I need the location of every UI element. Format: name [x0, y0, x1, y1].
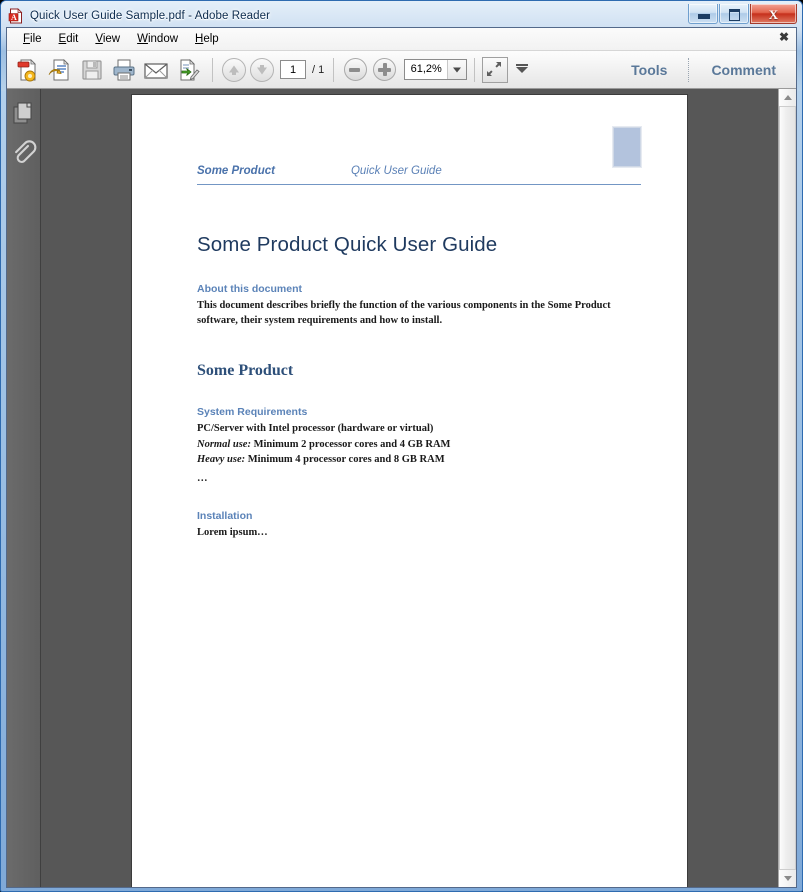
menu-file[interactable]: File [15, 31, 51, 47]
chevron-down-icon-overflow [516, 66, 529, 73]
toolbar-separator-4 [688, 57, 690, 82]
arrow-up-stem [232, 69, 236, 75]
zoom-in-button[interactable] [373, 58, 397, 81]
toolbar-overflow-button[interactable] [514, 59, 530, 81]
menu-help[interactable]: Help [187, 31, 228, 47]
zoom-out-button[interactable] [344, 58, 368, 81]
scrollbar-thumb[interactable] [779, 106, 796, 870]
client-area: File Edit View Window Help ✖ 1 / 1 61,2%… [6, 27, 797, 888]
header-document-name: Quick User Guide [350, 165, 442, 177]
heading-installation: Installation [197, 510, 253, 523]
overflow-line [516, 63, 529, 66]
open-recent-icon[interactable] [45, 55, 75, 85]
plus-icon-horizontal [378, 67, 392, 72]
toolbar-separator-3 [474, 57, 476, 82]
toolbar-separator-1 [212, 57, 213, 82]
window-title: Quick User Guide Sample.pdf - Adobe Read… [30, 10, 271, 22]
header-product-name: Some Product [197, 165, 275, 177]
maximize-button[interactable] [719, 4, 749, 24]
close-document-icon[interactable]: ✖ [779, 31, 789, 43]
heading-about-this-document: About this document [197, 283, 302, 295]
vertical-scrollbar[interactable] [778, 89, 796, 887]
zoom-level-combobox[interactable]: 61,2% [404, 59, 468, 80]
close-button[interactable]: X [750, 4, 797, 24]
minus-icon [349, 67, 361, 72]
scroll-up-icon [783, 95, 792, 100]
svg-text:A: A [11, 13, 17, 22]
page-total-label: / 1 [312, 63, 325, 76]
menu-edit[interactable]: Edit [51, 31, 88, 47]
fit-page-button[interactable] [482, 56, 509, 83]
chevron-down-icon [453, 67, 462, 72]
menu-window-accel: W [137, 33, 148, 45]
menu-help-rest: elp [203, 33, 219, 45]
close-icon: X [768, 6, 779, 22]
menu-bar: File Edit View Window Help ✖ [7, 28, 796, 51]
menu-view[interactable]: View [87, 31, 129, 47]
requirement-line-3-text: Minimum 4 processor cores and 8 GB RAM [245, 453, 445, 465]
adobe-reader-window: A Quick User Guide Sample.pdf - Adobe Re… [0, 0, 803, 892]
previous-page-button[interactable] [222, 57, 246, 82]
email-icon[interactable] [141, 55, 171, 85]
comment-pane-button[interactable]: Comment [697, 62, 790, 78]
page-thumbnails-icon[interactable] [9, 97, 38, 131]
window-controls: X [688, 4, 797, 24]
pdf-page-content: Some Product Quick User Guide Some Produ… [132, 95, 687, 540]
requirements-ellipsis: … [197, 473, 208, 485]
document-body: Some Product Quick User Guide Some Produ… [7, 89, 796, 887]
requirement-line-3-label: Heavy use: [197, 453, 246, 465]
scroll-down-icon [783, 876, 792, 881]
save-icon[interactable] [77, 55, 107, 85]
paragraph-installation: Lorem ipsum… [197, 527, 268, 539]
requirement-line-1: PC/Server with Intel processor (hardware… [197, 423, 434, 435]
toolbar-separator-2 [333, 57, 335, 82]
menu-window[interactable]: Window [129, 31, 187, 47]
heading-some-product: Some Product [197, 362, 294, 380]
arrow-down-stem [260, 64, 264, 70]
attachments-icon[interactable] [9, 137, 38, 171]
requirement-line-3: Heavy use: Minimum 4 processor cores and… [197, 452, 617, 467]
page-number-input[interactable]: 1 [280, 60, 306, 79]
menu-file-accel: F [23, 33, 31, 45]
heading-system-requirements: System Requirements [197, 406, 308, 419]
minimize-icon [698, 14, 710, 19]
menu-window-rest: indow [147, 33, 179, 45]
requirement-line-2-text: Minimum 2 processor cores and 4 GB RAM [250, 438, 451, 450]
menu-view-rest: iew [102, 33, 121, 45]
menu-view-accel: V [95, 33, 103, 45]
navigation-rail [7, 89, 41, 887]
minimize-button[interactable] [688, 4, 718, 24]
header-logo-placeholder [612, 126, 642, 168]
document-viewport[interactable]: Some Product Quick User Guide Some Produ… [41, 89, 778, 887]
zoom-level-value[interactable]: 61,2% [405, 60, 447, 79]
print-icon[interactable] [109, 55, 139, 85]
adobe-reader-icon: A [8, 8, 24, 24]
main-toolbar: 1 / 1 61,2% Tools Comment [7, 51, 796, 89]
menu-file-rest: ile [30, 33, 42, 45]
document-running-header: Some Product Quick User Guide [197, 125, 642, 185]
requirement-line-2: Normal use: Minimum 2 processor cores an… [197, 437, 617, 452]
scroll-up-button[interactable] [779, 89, 796, 106]
maximize-icon [729, 9, 740, 21]
requirement-line-2-label: Normal use: [197, 438, 251, 450]
share-sign-icon[interactable] [173, 55, 203, 85]
scroll-down-button[interactable] [779, 870, 796, 887]
menu-edit-rest: dit [66, 33, 79, 45]
zoom-dropdown-button[interactable] [447, 60, 467, 79]
next-page-button[interactable] [250, 57, 274, 82]
tools-pane-button[interactable]: Tools [617, 62, 681, 78]
create-pdf-icon[interactable] [13, 55, 43, 85]
scrollbar-track[interactable] [779, 106, 796, 870]
paragraph-about-this-document: This document describes briefly the func… [197, 300, 611, 327]
document-title: Some Product Quick User Guide [197, 233, 498, 256]
title-bar: A Quick User Guide Sample.pdf - Adobe Re… [6, 4, 797, 27]
pdf-page: Some Product Quick User Guide Some Produ… [132, 95, 687, 887]
